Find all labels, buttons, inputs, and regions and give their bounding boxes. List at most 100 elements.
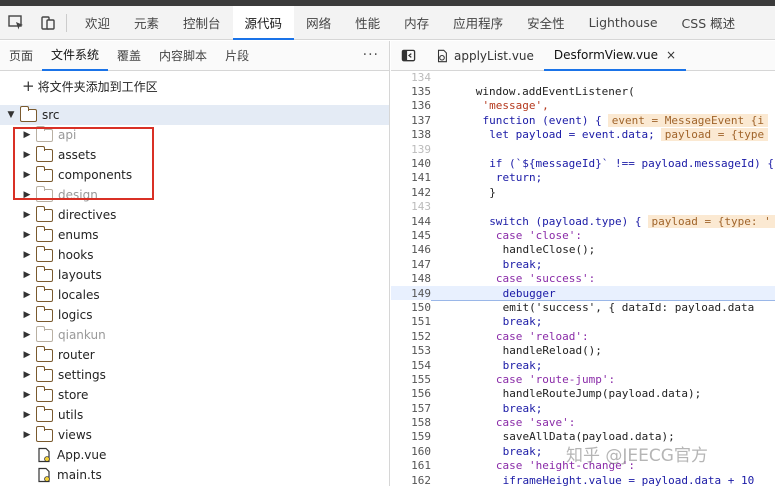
chevron-right-icon[interactable]: ▶ bbox=[22, 350, 32, 360]
code-line[interactable]: 138 let payload = event.data; payload = {t… bbox=[391, 128, 775, 142]
line-number[interactable]: 148 bbox=[391, 272, 431, 285]
tree-folder-item[interactable]: ▶ api bbox=[0, 125, 389, 145]
line-number[interactable]: 137 bbox=[391, 114, 431, 127]
line-number[interactable]: 134 bbox=[391, 71, 431, 84]
chevron-right-icon[interactable]: ▶ bbox=[22, 210, 32, 220]
code-line[interactable]: 145 case 'close': bbox=[391, 228, 775, 242]
chevron-right-icon[interactable]: ▶ bbox=[22, 230, 32, 240]
chevron-right-icon[interactable]: ▶ bbox=[22, 310, 32, 320]
line-number[interactable]: 147 bbox=[391, 258, 431, 271]
file-tab-desformview[interactable]: DesformView.vue × bbox=[543, 41, 687, 71]
line-number[interactable]: 153 bbox=[391, 344, 431, 357]
line-number[interactable]: 150 bbox=[391, 301, 431, 314]
line-number[interactable]: 162 bbox=[391, 474, 431, 486]
tree-folder-item[interactable]: ▶ directives bbox=[0, 205, 389, 225]
code-line[interactable]: 140 if (`${messageId}` !== payload.messag… bbox=[391, 156, 775, 170]
tree-folder-item[interactable]: ▶ enums bbox=[0, 225, 389, 245]
line-number[interactable]: 158 bbox=[391, 416, 431, 429]
device-toolbar-icon[interactable] bbox=[32, 6, 64, 40]
tree-folder-item[interactable]: ▶ views bbox=[0, 425, 389, 445]
line-number[interactable]: 156 bbox=[391, 387, 431, 400]
add-folder-to-workspace-link[interactable]: + 将文件夹添加到工作区 bbox=[22, 77, 158, 95]
code-line[interactable]: 141 return; bbox=[391, 171, 775, 185]
code-line[interactable]: 134 bbox=[391, 70, 775, 84]
subtab-page[interactable]: 页面 bbox=[0, 41, 42, 71]
toggle-navigator-icon[interactable] bbox=[391, 41, 425, 71]
code-line[interactable]: 153 handleReload(); bbox=[391, 343, 775, 357]
tab-lighthouse[interactable]: Lighthouse bbox=[577, 6, 670, 40]
line-number[interactable]: 151 bbox=[391, 315, 431, 328]
tree-folder-item[interactable]: ▶ locales bbox=[0, 285, 389, 305]
tree-folder-item[interactable]: ▶ settings bbox=[0, 365, 389, 385]
chevron-right-icon[interactable]: ▶ bbox=[22, 170, 32, 180]
line-number[interactable]: 149 bbox=[391, 287, 431, 300]
code-line[interactable]: 144 switch (payload.type) {payload = {typ… bbox=[391, 214, 775, 228]
tree-folder-item[interactable]: ▶ router bbox=[0, 345, 389, 365]
chevron-right-icon[interactable]: ▶ bbox=[22, 370, 32, 380]
tree-folder-item[interactable]: ▶ layouts bbox=[0, 265, 389, 285]
close-icon[interactable]: × bbox=[666, 48, 676, 62]
chevron-right-icon[interactable]: ▶ bbox=[22, 130, 32, 140]
line-number[interactable]: 146 bbox=[391, 243, 431, 256]
line-number[interactable]: 157 bbox=[391, 402, 431, 415]
subtab-filesystem[interactable]: 文件系统 bbox=[42, 41, 109, 71]
inspect-element-icon[interactable] bbox=[0, 6, 32, 40]
tree-folder-item[interactable]: ▶ hooks bbox=[0, 245, 389, 265]
chevron-right-icon[interactable]: ▶ bbox=[22, 150, 32, 160]
line-number[interactable]: 139 bbox=[391, 143, 431, 156]
tree-folder-item[interactable]: ▶ store bbox=[0, 385, 389, 405]
code-line[interactable]: 147 break; bbox=[391, 257, 775, 271]
tab-elements[interactable]: 元素 bbox=[122, 6, 171, 40]
line-number[interactable]: 136 bbox=[391, 99, 431, 112]
code-line[interactable]: 148 case 'success': bbox=[391, 271, 775, 285]
code-line[interactable]: 143 bbox=[391, 200, 775, 214]
tree-file-item[interactable]: App.vue bbox=[0, 445, 389, 465]
line-number[interactable]: 144 bbox=[391, 215, 431, 228]
chevron-right-icon[interactable]: ▶ bbox=[22, 330, 32, 340]
tree-folder-item[interactable]: ▶ logics bbox=[0, 305, 389, 325]
chevron-right-icon[interactable]: ▶ bbox=[22, 390, 32, 400]
line-number[interactable]: 155 bbox=[391, 373, 431, 386]
code-line[interactable]: 151 break; bbox=[391, 315, 775, 329]
tab-application[interactable]: 应用程序 bbox=[441, 6, 515, 40]
code-line[interactable]: 136 'message', bbox=[391, 99, 775, 113]
code-line[interactable]: 139 bbox=[391, 142, 775, 156]
subtab-content-scripts[interactable]: 内容脚本 bbox=[150, 41, 216, 71]
chevron-right-icon[interactable]: ▶ bbox=[22, 270, 32, 280]
code-line[interactable]: 135 window.addEventListener( bbox=[391, 84, 775, 98]
tree-folder-item[interactable]: ▶ utils bbox=[0, 405, 389, 425]
line-number[interactable]: 161 bbox=[391, 459, 431, 472]
code-line[interactable]: 150 emit('success', { dataId: payload.dat… bbox=[391, 300, 775, 314]
code-line[interactable]: 155 case 'route-jump': bbox=[391, 372, 775, 386]
line-number[interactable]: 140 bbox=[391, 157, 431, 170]
code-line[interactable]: 162 iframeHeight.value = payload.data + 1… bbox=[391, 473, 775, 486]
chevron-down-icon[interactable]: ▼ bbox=[6, 110, 16, 120]
tab-network[interactable]: 网络 bbox=[294, 6, 343, 40]
line-number[interactable]: 142 bbox=[391, 186, 431, 199]
chevron-right-icon[interactable]: ▶ bbox=[22, 250, 32, 260]
line-number[interactable]: 152 bbox=[391, 330, 431, 343]
tree-folder-item[interactable]: ▶ components bbox=[0, 165, 389, 185]
code-line[interactable]: 146 handleClose(); bbox=[391, 243, 775, 257]
chevron-right-icon[interactable]: ▶ bbox=[22, 290, 32, 300]
line-number[interactable]: 138 bbox=[391, 128, 431, 141]
tree-folder-item[interactable]: ▶ assets bbox=[0, 145, 389, 165]
code-line[interactable]: 157 break; bbox=[391, 401, 775, 415]
file-tab-applylist[interactable]: applyList.vue bbox=[425, 41, 544, 71]
code-editor[interactable]: 134 135 window.addEventListener(136 'messag… bbox=[391, 70, 775, 486]
tree-file-item[interactable]: main.ts bbox=[0, 465, 389, 485]
code-line[interactable]: 142} bbox=[391, 185, 775, 199]
line-number[interactable]: 159 bbox=[391, 430, 431, 443]
tab-css-overview[interactable]: CSS 概述 bbox=[670, 6, 748, 40]
tree-root-folder[interactable]: ▼ src bbox=[0, 105, 389, 125]
tree-folder-item[interactable]: ▶ qiankun bbox=[0, 325, 389, 345]
tab-memory[interactable]: 内存 bbox=[392, 6, 441, 40]
line-number[interactable]: 143 bbox=[391, 200, 431, 213]
tab-console[interactable]: 控制台 bbox=[171, 6, 233, 40]
code-line[interactable]: 158 case 'save': bbox=[391, 415, 775, 429]
chevron-right-icon[interactable]: ▶ bbox=[22, 430, 32, 440]
code-line[interactable]: 152 case 'reload': bbox=[391, 329, 775, 343]
line-number[interactable]: 141 bbox=[391, 171, 431, 184]
chevron-right-icon[interactable]: ▶ bbox=[22, 190, 32, 200]
code-line[interactable]: 156 handleRouteJump(payload.data); bbox=[391, 387, 775, 401]
